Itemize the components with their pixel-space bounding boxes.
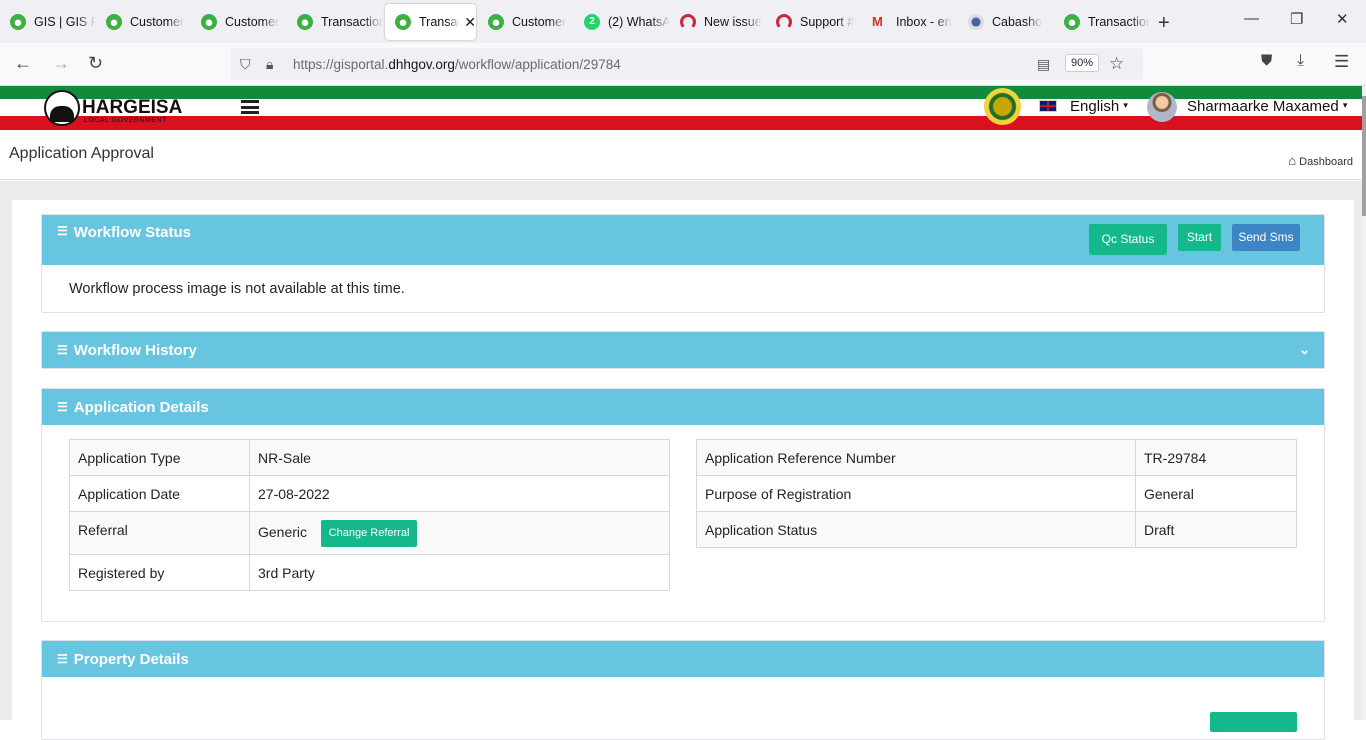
menu-toggle-icon[interactable]: [241, 100, 259, 114]
app-menu-icon[interactable]: ☰: [1334, 52, 1349, 72]
home-icon: ⌂: [1288, 153, 1297, 168]
table-row: Registered by 3rd Party: [69, 554, 670, 591]
browser-tab-active[interactable]: Transaction✕: [385, 4, 476, 40]
browser-tab[interactable]: Cabasho: [958, 4, 1054, 40]
send-sms-button[interactable]: Send Sms: [1232, 224, 1300, 251]
browser-tab[interactable]: Transaction: [1054, 4, 1150, 40]
new-tab-icon[interactable]: +: [1158, 12, 1170, 35]
whatsapp-icon: 2: [584, 14, 600, 30]
workflow-status-panel: ☰ Workflow Status Qc Status Start Send Sm…: [41, 214, 1325, 313]
back-icon[interactable]: ←: [14, 53, 32, 74]
browser-tab[interactable]: Transaction: [287, 4, 383, 40]
browser-tab[interactable]: Customer: [478, 4, 574, 40]
shield-icon[interactable]: ⛉: [240, 56, 251, 73]
url-text[interactable]: https://gisportal.dhhgov.org/workflow/ap…: [293, 57, 621, 72]
table-row: Application Date 27-08-2022: [69, 475, 670, 512]
green-face-icon: [1064, 14, 1080, 30]
change-referral-button[interactable]: Change Referral: [321, 519, 418, 547]
reload-icon[interactable]: ↻: [88, 53, 103, 74]
caret-down-icon: ▾: [1123, 100, 1128, 110]
green-face-icon: [201, 14, 217, 30]
minimize-icon[interactable]: —: [1244, 10, 1259, 27]
main-content: ☰ Workflow Status Qc Status Start Send Sm…: [0, 181, 1362, 740]
forward-icon[interactable]: →: [52, 53, 70, 74]
workflow-history-header[interactable]: ☰ Workflow History ⌄: [42, 332, 1324, 368]
site-header: HARGEISA LOCAL GOVERNMENT English ▾ Shar…: [0, 86, 1366, 132]
user-menu[interactable]: Sharmaarke Maxamed ▾: [1187, 98, 1347, 115]
uk-flag-icon: [1039, 100, 1057, 112]
arc-icon: [776, 14, 792, 30]
reader-view-icon[interactable]: ▤: [1037, 56, 1050, 73]
url-bar[interactable]: ⛉ 🔒︎ https://gisportal.dhhgov.org/workfl…: [231, 48, 1143, 80]
lock-icon[interactable]: 🔒︎: [266, 56, 273, 73]
browser-tab[interactable]: Support #: [766, 4, 862, 40]
green-face-icon: [297, 14, 313, 30]
table-row: Referral Generic Change Referral: [69, 511, 670, 555]
close-tab-icon[interactable]: ✕: [464, 14, 476, 31]
green-face-icon: [10, 14, 26, 30]
browser-tab[interactable]: Customer: [96, 4, 191, 40]
property-details-panel: ☰ Property Details: [41, 640, 1325, 740]
application-details-right-table: Application Reference Number TR-29784 Pur…: [696, 439, 1297, 548]
arc-icon: [680, 14, 696, 30]
property-details-header: ☰ Property Details: [42, 641, 1324, 677]
workflow-history-panel[interactable]: ☰ Workflow History ⌄: [41, 331, 1325, 369]
browser-tab[interactable]: New issue: [670, 4, 766, 40]
table-row: Application Type NR-Sale: [69, 439, 670, 476]
emblem-icon: [984, 88, 1021, 125]
page-header: Application Approval ⌂ Dashboard: [0, 132, 1362, 180]
scrollbar-thumb[interactable]: [1362, 96, 1366, 216]
site-logo[interactable]: HARGEISA LOCAL GOVERNMENT: [44, 90, 182, 126]
green-face-icon: [395, 14, 411, 30]
zoom-level[interactable]: 90%: [1065, 54, 1100, 72]
table-row: Application Status Draft: [696, 511, 1297, 548]
pocket-icon[interactable]: ⛊: [1261, 52, 1272, 69]
browser-tab[interactable]: GIS | GIS Portal: [0, 4, 96, 40]
chevron-down-icon[interactable]: ⌄: [1299, 342, 1310, 358]
browser-tab-strip: GIS | GIS Portal Customer Customer Trans…: [0, 0, 1366, 43]
qc-status-button[interactable]: Qc Status: [1089, 224, 1167, 255]
browser-tab[interactable]: M Inbox - en: [862, 4, 958, 40]
start-button[interactable]: Start: [1178, 224, 1221, 251]
breadcrumb[interactable]: ⌂ Dashboard: [1288, 153, 1353, 168]
avatar[interactable]: [1147, 92, 1177, 122]
caret-down-icon: ▾: [1342, 100, 1348, 110]
list-icon: ☰: [57, 652, 68, 666]
content-card: ☰ Workflow Status Qc Status Start Send Sm…: [12, 200, 1354, 740]
logo-mark: [44, 90, 80, 126]
bookmark-star-icon[interactable]: ☆: [1109, 54, 1124, 74]
green-face-icon: [488, 14, 504, 30]
application-details-header: ☰ Application Details: [42, 389, 1324, 425]
browser-tab[interactable]: Customer: [191, 4, 287, 40]
language-selector[interactable]: English ▾: [1070, 98, 1128, 115]
list-icon: ☰: [57, 343, 68, 357]
gmail-icon: M: [872, 14, 883, 29]
list-icon: ☰: [57, 224, 68, 238]
table-row: Purpose of Registration General: [696, 475, 1297, 512]
download-icon[interactable]: ⤓: [1297, 52, 1304, 70]
table-row: Application Reference Number TR-29784: [696, 439, 1297, 476]
close-window-icon[interactable]: ✕: [1336, 10, 1349, 28]
restore-icon[interactable]: ❐: [1290, 10, 1303, 28]
page-title: Application Approval: [9, 145, 154, 162]
browser-tab[interactable]: 2(2) WhatsApp: [574, 4, 670, 40]
property-action-button[interactable]: [1210, 712, 1297, 732]
green-face-icon: [106, 14, 122, 30]
list-icon: ☰: [57, 400, 68, 414]
application-details-left-table: Application Type NR-Sale Application Date…: [69, 439, 670, 591]
seal-icon: [968, 14, 984, 30]
application-details-panel: ☰ Application Details Application Type NR-…: [41, 388, 1325, 622]
workflow-message: Workflow process image is not available …: [69, 281, 405, 297]
